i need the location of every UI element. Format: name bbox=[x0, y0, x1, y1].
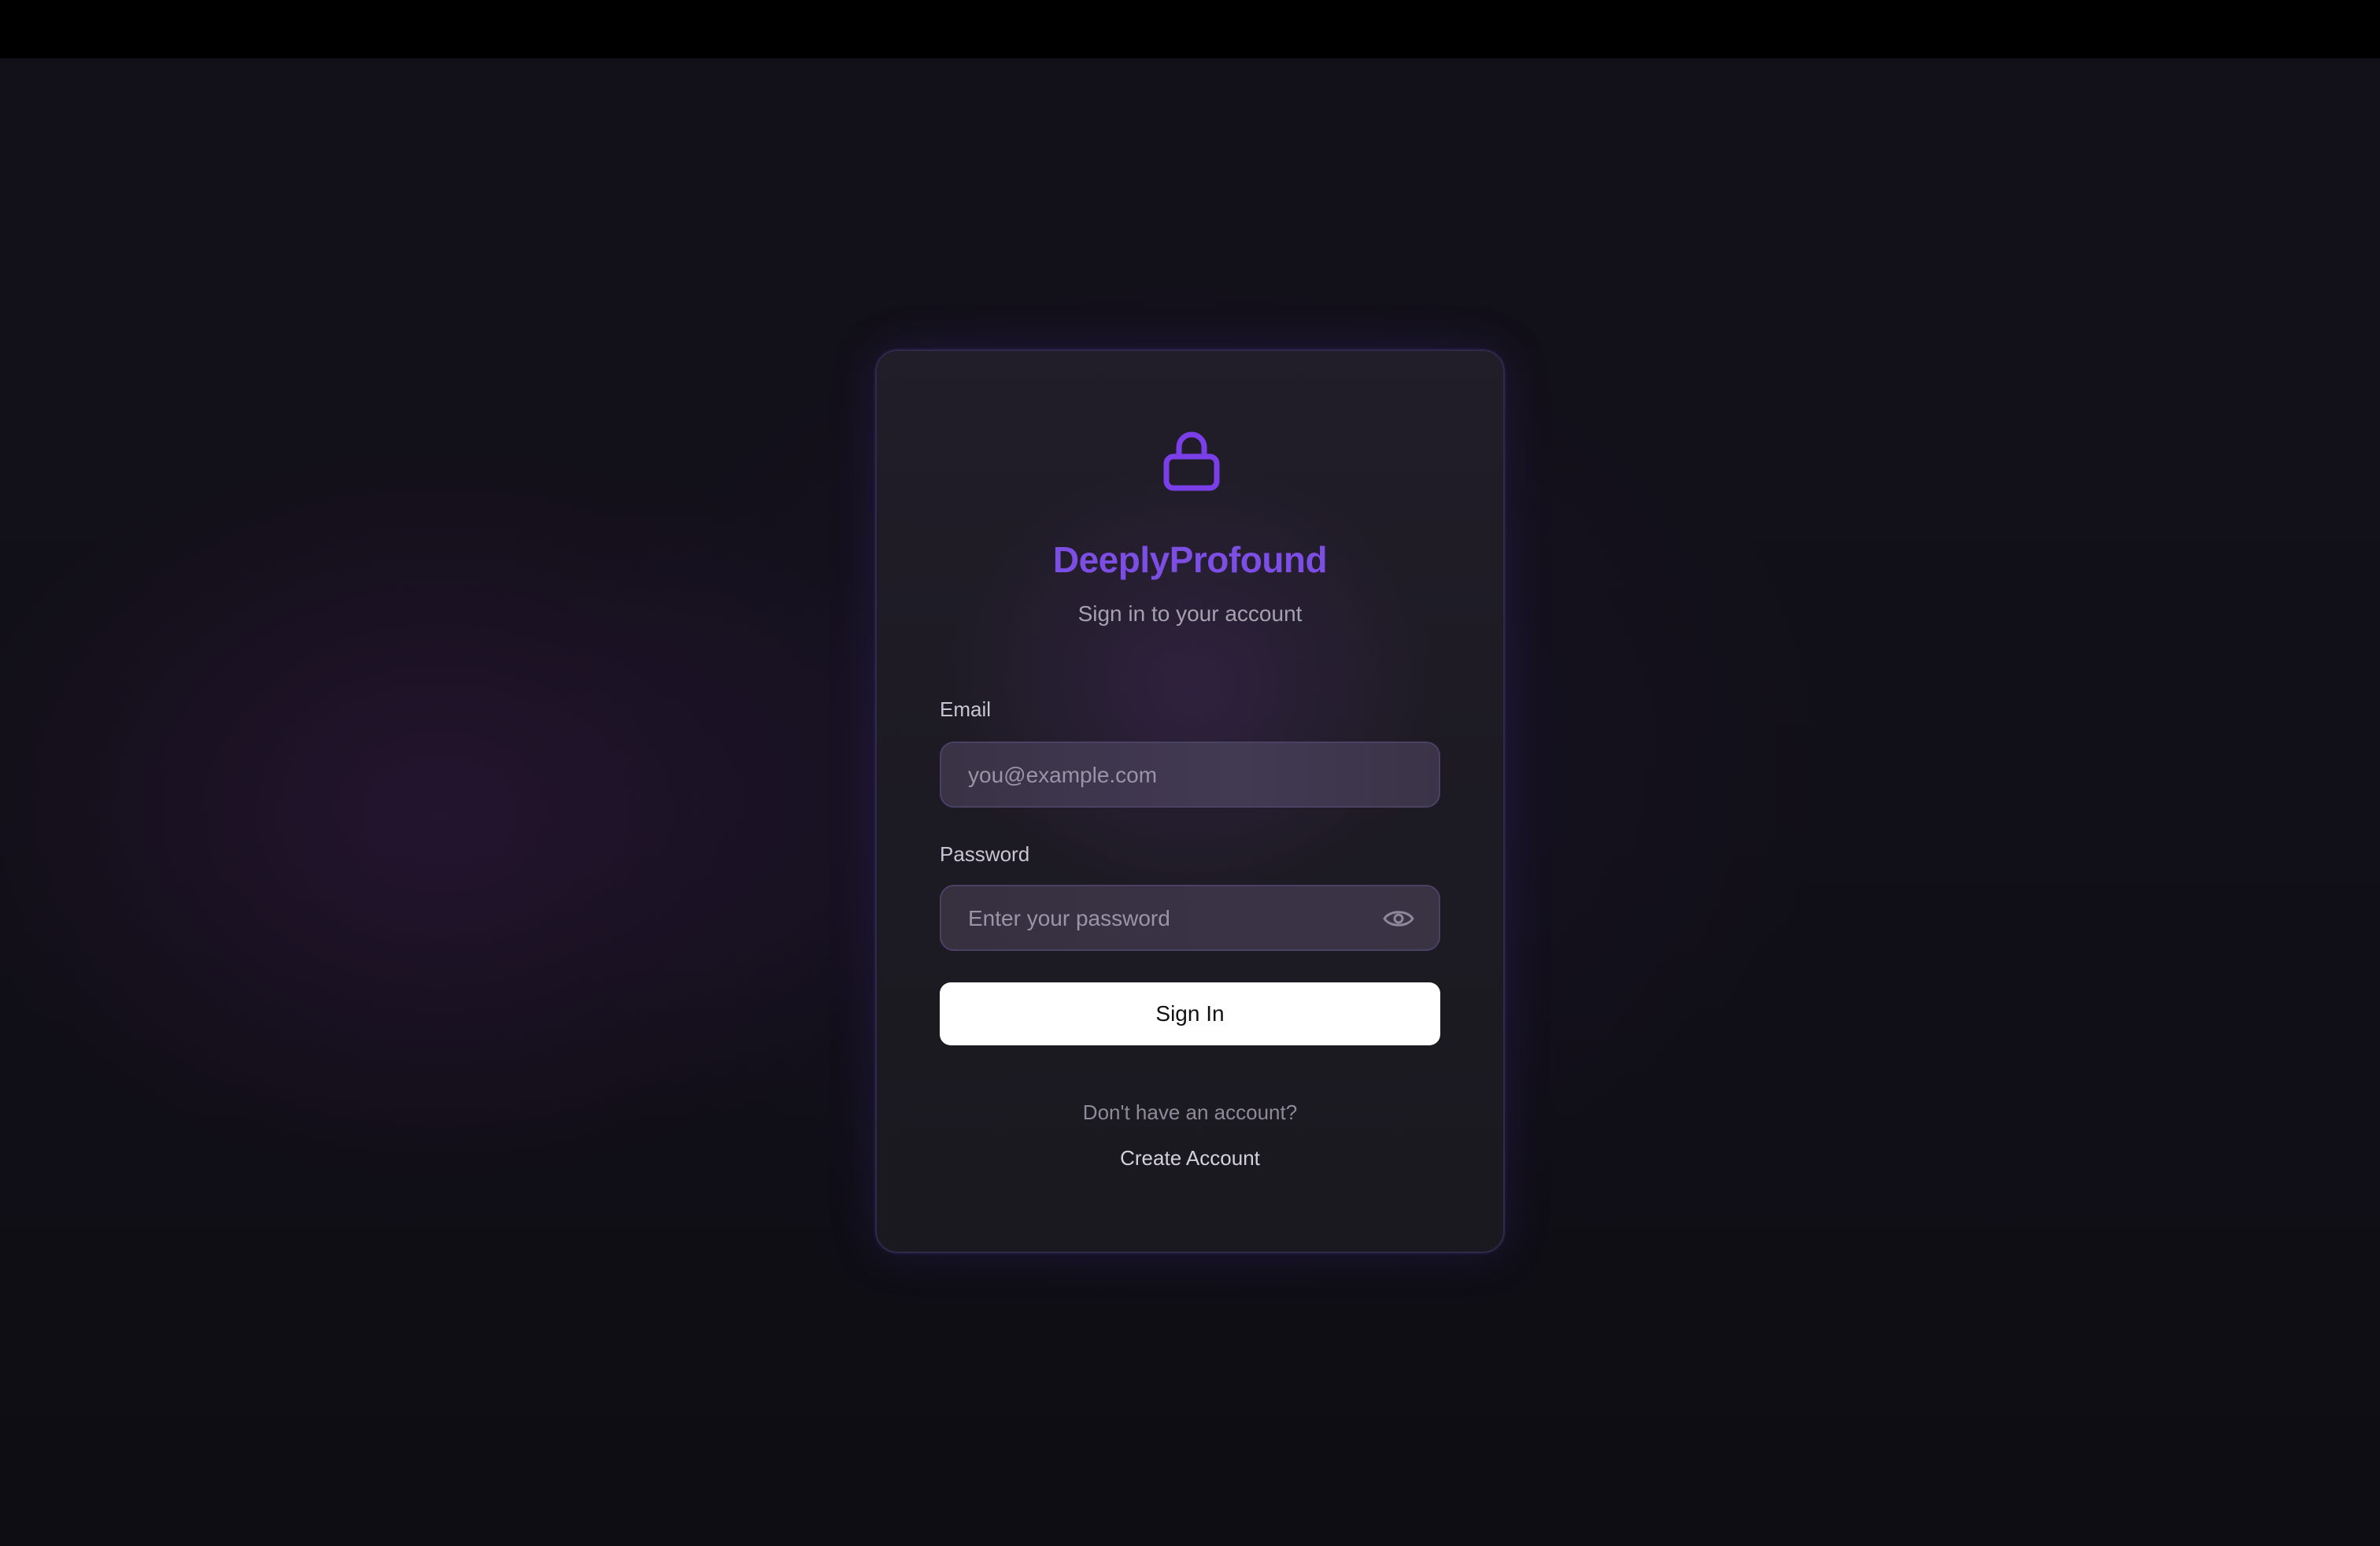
brand-title: DeeplyProfound bbox=[1052, 539, 1328, 580]
no-account-text: Don't have an account? bbox=[1082, 1100, 1298, 1124]
email-input[interactable] bbox=[966, 743, 1395, 808]
login-card: DeeplyProfound Sign in to your account E… bbox=[875, 350, 1505, 1253]
eye-icon[interactable] bbox=[1382, 905, 1415, 932]
password-label: Password bbox=[940, 842, 1030, 866]
email-field-container bbox=[940, 742, 1440, 808]
lock-icon bbox=[1163, 431, 1220, 491]
top-bar bbox=[0, 0, 2380, 58]
password-input[interactable] bbox=[966, 886, 1395, 951]
email-label: Email bbox=[940, 697, 992, 721]
sign-in-button[interactable]: Sign In bbox=[940, 982, 1440, 1045]
page-subtitle: Sign in to your account bbox=[1077, 601, 1303, 626]
password-field-container bbox=[940, 885, 1440, 951]
create-account-link[interactable]: Create Account bbox=[877, 1146, 1503, 1171]
